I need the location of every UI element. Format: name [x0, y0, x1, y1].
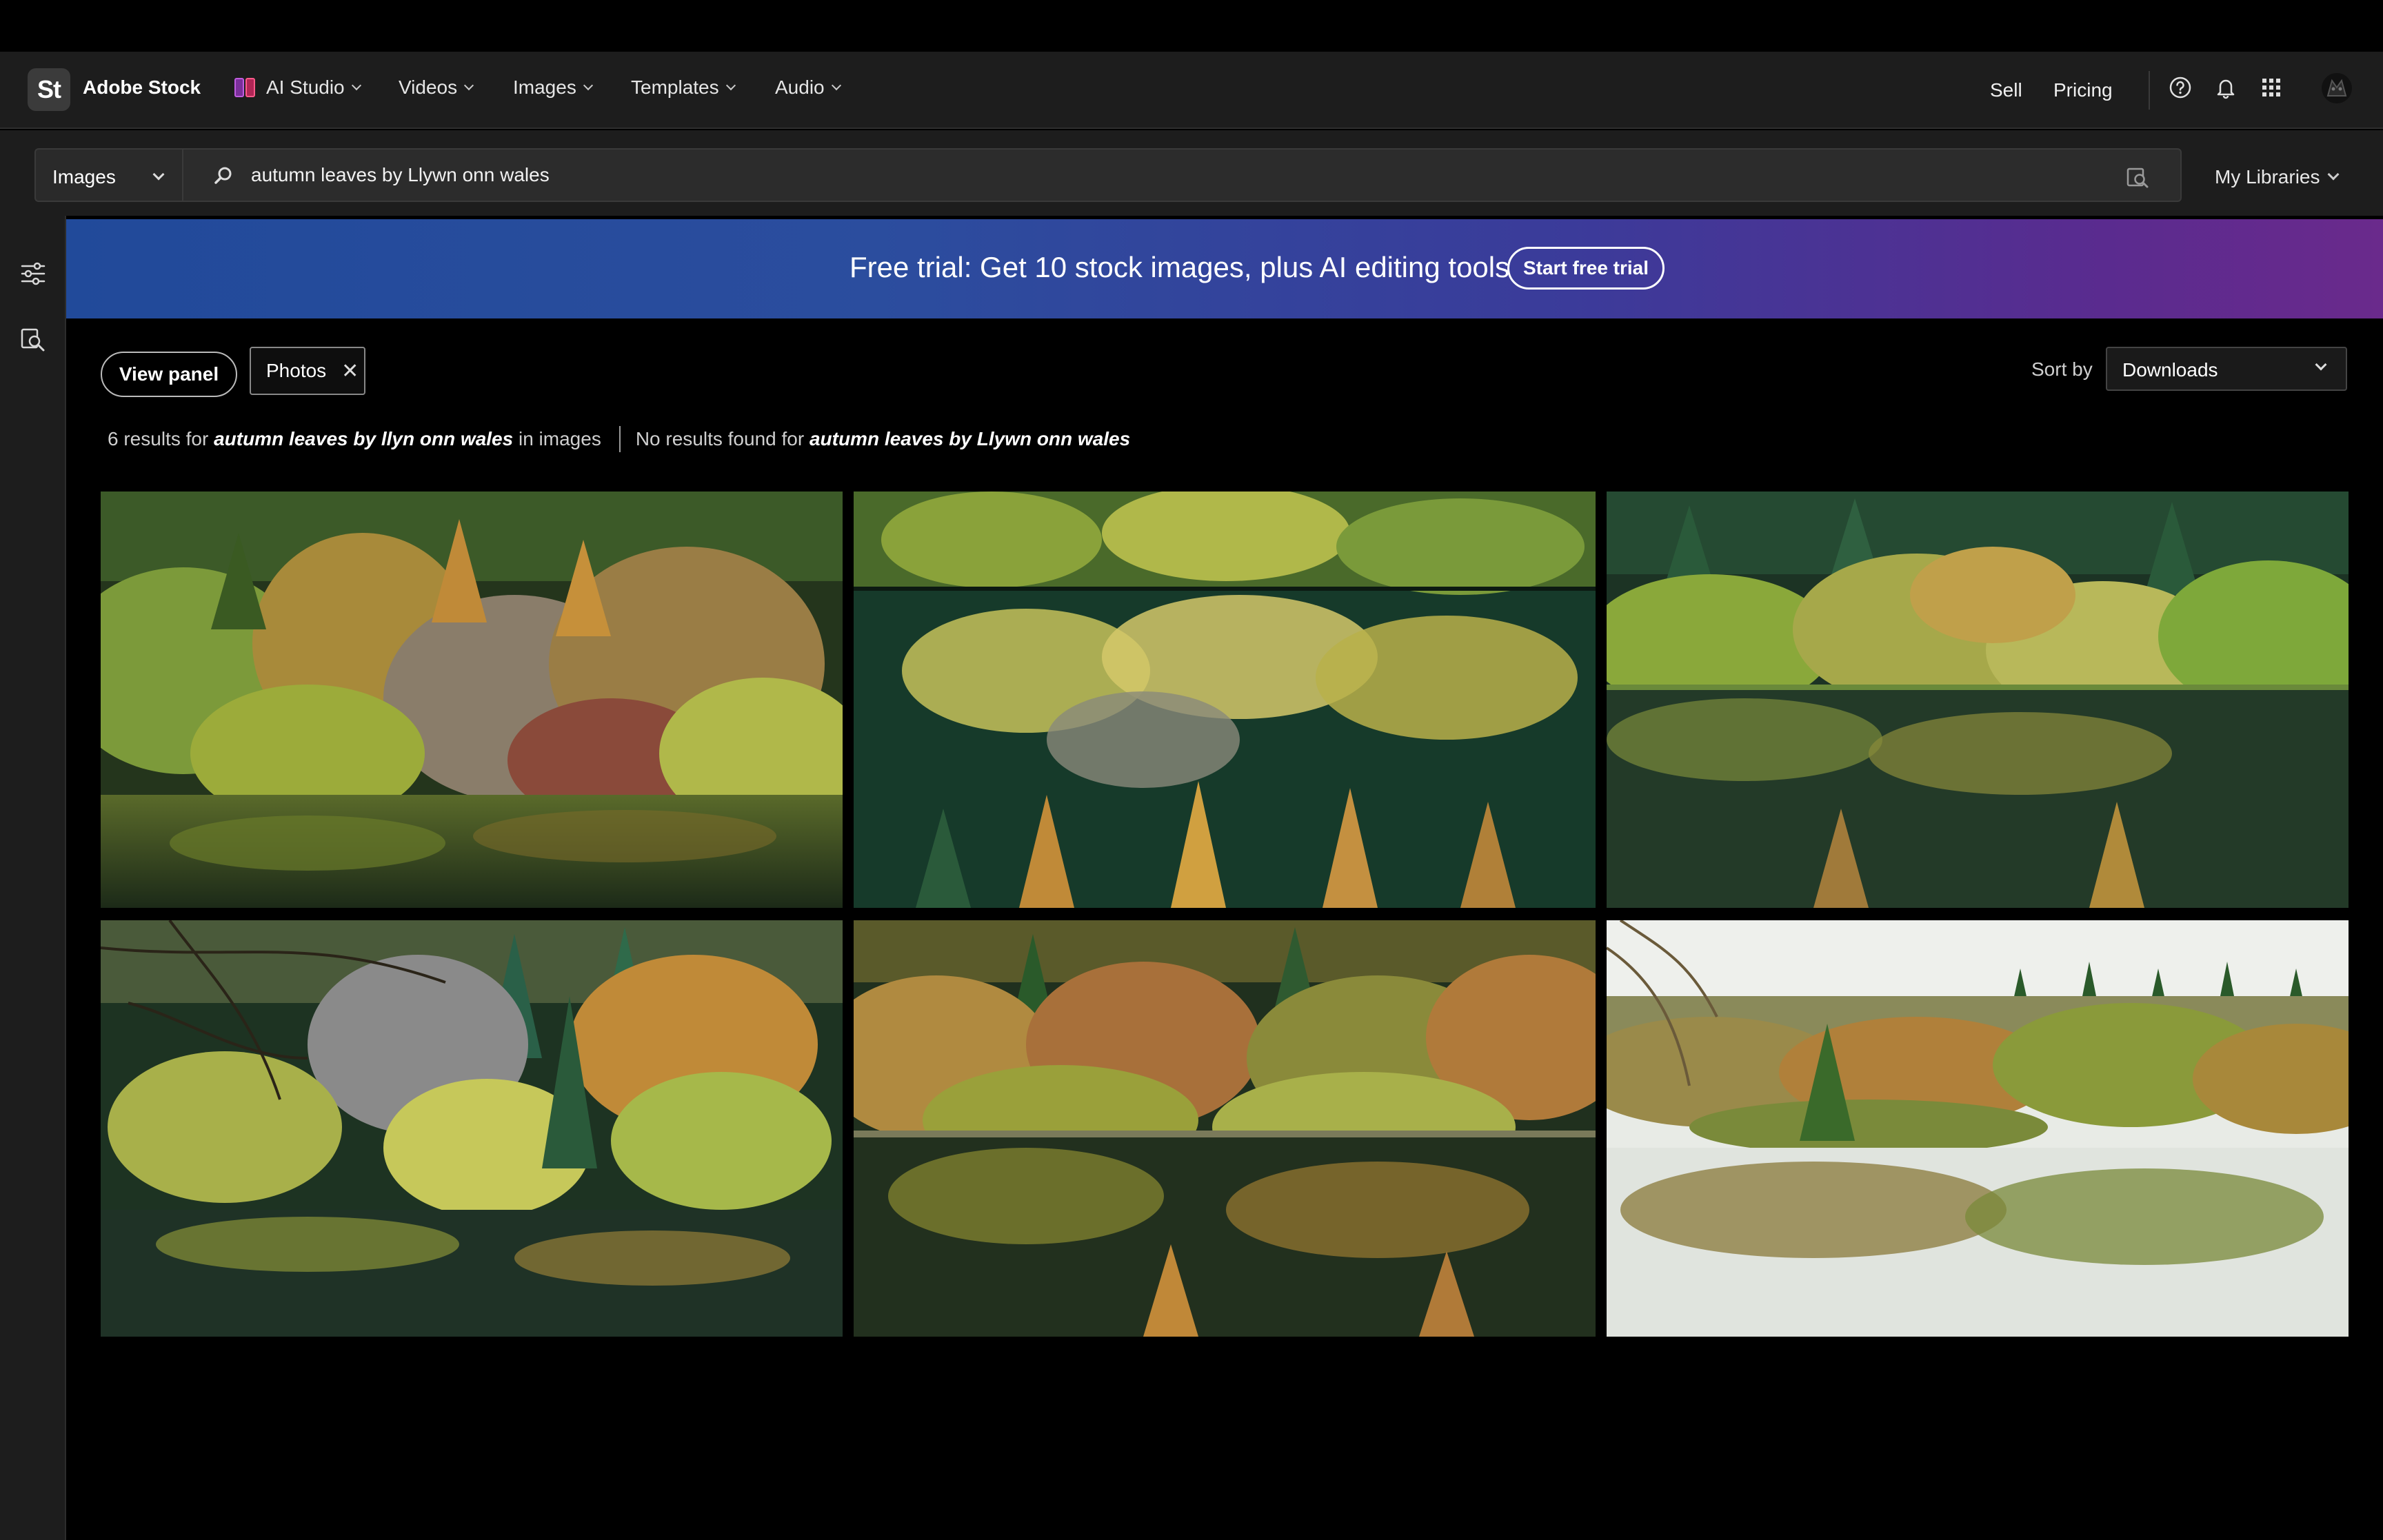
chevron-down-icon — [583, 80, 593, 91]
sort-value: Downloads — [2122, 359, 2218, 381]
nav-templates-label: Templates — [631, 77, 719, 98]
nav-images-label: Images — [513, 77, 576, 98]
avatar[interactable] — [2321, 72, 2353, 104]
nav-ai-studio-label: AI Studio — [266, 77, 345, 98]
autumn-lake-forest-image — [854, 920, 1596, 1337]
nav-audio-label: Audio — [775, 77, 825, 98]
sell-link[interactable]: Sell — [1990, 79, 2022, 101]
adobe-stock-logo[interactable]: St — [28, 68, 70, 111]
search-icon — [214, 167, 232, 184]
brand-name[interactable]: Adobe Stock — [83, 77, 201, 99]
nav-images[interactable]: Images — [513, 77, 593, 99]
nav-videos-label: Videos — [399, 77, 458, 98]
visual-search-icon[interactable] — [2125, 165, 2150, 190]
header-divider — [2149, 71, 2150, 110]
nav-templates[interactable]: Templates — [631, 77, 736, 99]
chevron-down-icon — [152, 168, 165, 181]
sort-by-label: Sort by — [2031, 358, 2093, 380]
close-icon[interactable]: ✕ — [341, 359, 359, 383]
ai-studio-icon — [234, 77, 261, 99]
bell-icon[interactable] — [2212, 74, 2240, 101]
top-black-strip — [0, 0, 2383, 52]
search-field — [182, 148, 2182, 202]
image-thumbnail[interactable] — [854, 920, 1596, 1337]
filter-chip-label: Photos — [266, 360, 327, 381]
nav-ai-studio[interactable]: AI Studio — [234, 77, 361, 99]
visual-search-icon[interactable] — [19, 326, 47, 354]
corrected-query-link[interactable]: autumn leaves by llyn onn wales — [214, 428, 513, 450]
image-thumbnail[interactable] — [101, 920, 843, 1337]
pricing-link[interactable]: Pricing — [2053, 79, 2113, 101]
image-thumbnail[interactable] — [1607, 492, 2349, 908]
chevron-down-icon — [351, 80, 361, 91]
autumn-lake-forest-image — [1607, 920, 2349, 1337]
original-query-link[interactable]: autumn leaves by Llywn onn wales — [810, 428, 1130, 450]
autumn-lake-forest-image — [1607, 492, 2349, 908]
no-results-prefix: No results found for — [635, 428, 805, 449]
results-count-prefix: 6 results for — [108, 428, 209, 449]
image-thumbnail[interactable] — [101, 492, 843, 908]
image-thumbnail[interactable] — [854, 492, 1596, 908]
start-free-trial-button[interactable]: Start free trial — [1507, 247, 1665, 290]
search-bar-row: Images My Libraries — [0, 130, 2383, 216]
my-libraries-label: My Libraries — [2215, 166, 2320, 188]
autumn-lake-reflection-image — [854, 492, 1596, 908]
left-rail — [0, 216, 66, 1540]
help-icon[interactable] — [2166, 74, 2194, 101]
sort-dropdown[interactable]: Downloads — [2106, 347, 2347, 391]
filter-chip-photos[interactable]: Photos ✕ — [250, 347, 365, 395]
free-trial-banner: Free trial: Get 10 stock images, plus AI… — [66, 219, 2383, 318]
chevron-down-icon — [831, 80, 841, 91]
chevron-down-icon — [725, 80, 736, 91]
chevron-down-icon — [2315, 358, 2327, 371]
banner-text: Free trial: Get 10 stock images, plus AI… — [849, 251, 1510, 283]
search-input[interactable] — [251, 150, 2044, 201]
my-libraries-dropdown[interactable]: My Libraries — [2215, 166, 2340, 188]
results-summary: 6 results for autumn leaves by llyn onn … — [108, 426, 1130, 452]
logo-text: St — [37, 75, 61, 103]
top-header: St Adobe Stock AI Studio Videos Images T… — [0, 52, 2383, 129]
filters-icon[interactable] — [19, 260, 47, 287]
nav-audio[interactable]: Audio — [775, 77, 841, 99]
results-count-suffix: in images — [518, 428, 601, 449]
view-panel-button[interactable]: View panel — [101, 352, 237, 397]
apps-grid-icon[interactable] — [2258, 74, 2285, 101]
image-grid — [101, 492, 2349, 1337]
autumn-lake-forest-image — [101, 492, 843, 908]
chevron-down-icon — [464, 80, 474, 91]
results-divider — [619, 426, 621, 452]
search-scope-label: Images — [52, 166, 116, 188]
image-thumbnail[interactable] — [1607, 920, 2349, 1337]
autumn-branches-lake-image — [101, 920, 843, 1337]
chevron-down-icon — [2327, 168, 2340, 181]
nav-videos[interactable]: Videos — [399, 77, 474, 99]
search-scope-dropdown[interactable]: Images — [34, 148, 182, 202]
